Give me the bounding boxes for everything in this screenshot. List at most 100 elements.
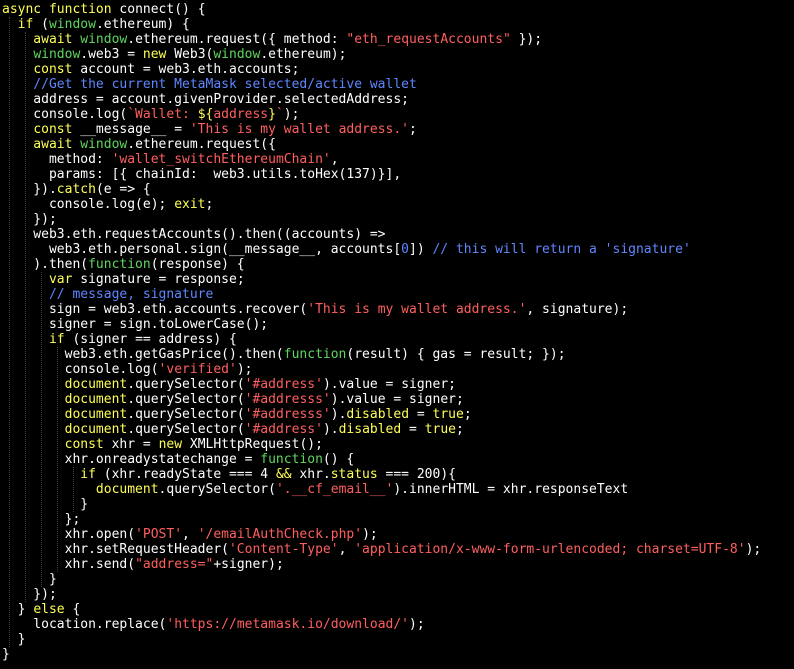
- code-line: document.querySelector('#addresss').valu…: [2, 392, 761, 407]
- code-token: document: [64, 392, 128, 407]
- code-token: ,: [338, 542, 355, 557]
- code-token: });: [510, 32, 543, 47]
- code-token: // message, signature: [2, 287, 214, 302]
- code-token: // this will return a 'signature': [432, 242, 691, 257]
- code-token: xhr.open(: [2, 527, 136, 542]
- code-token: .querySelector(: [158, 482, 276, 497]
- code-token: document: [64, 422, 128, 437]
- code-token: (result) { gas = result; });: [346, 347, 566, 362]
- code-token: sign = web3.eth.accounts.recover(: [2, 302, 308, 317]
- code-token: new: [142, 47, 175, 62]
- code-line: method: 'wallet_switchEthereumChain',: [2, 152, 761, 167]
- code-token: ,: [182, 527, 198, 542]
- code-line: if (signer == address) {: [2, 332, 761, 347]
- code-token: new: [158, 437, 190, 452]
- code-line: params: [{ chainId: web3.utils.toHex(137…: [2, 167, 761, 182]
- code-token: `Wallet:: [127, 107, 198, 122]
- code-token: );: [745, 542, 762, 557]
- code-line: ).then(function(response) {: [2, 257, 761, 272]
- code-token: window: [213, 47, 261, 62]
- code-line: web3.eth.requestAccounts().then((account…: [2, 227, 761, 242]
- code-token: web3.eth.requestAccounts().then((account…: [2, 227, 386, 242]
- code-token: 'This is my wallet address.': [189, 122, 410, 137]
- code-line: const account = web3.eth.accounts;: [2, 62, 761, 77]
- code-token: exit: [174, 197, 206, 212]
- code-token: .ethereum.request({ method:: [127, 32, 347, 47]
- code-line: console.log('verified');: [2, 362, 761, 377]
- code-token: ;: [463, 407, 472, 422]
- code-line: document.querySelector('#address').disab…: [2, 422, 761, 437]
- code-token: }: [2, 647, 10, 662]
- code-token: 'wallet_switchEthereumChain': [111, 152, 331, 167]
- code-editor[interactable]: async function connect() { if (window.et…: [0, 0, 794, 669]
- code-line: });: [2, 587, 761, 602]
- code-token: if: [2, 467, 104, 482]
- code-token: function: [48, 2, 120, 17]
- code-line: var signature = response;: [2, 272, 761, 287]
- code-line: web3.eth.getGasPrice().then(function(res…: [2, 347, 761, 362]
- code-token: );: [409, 617, 425, 632]
- code-token: =: [409, 407, 433, 422]
- code-token: }: [2, 632, 26, 647]
- code-token: XMLHttpRequest();: [189, 437, 323, 452]
- code-content[interactable]: async function connect() { if (window.et…: [2, 2, 761, 662]
- code-token: function: [88, 257, 151, 272]
- code-line: }: [2, 572, 761, 587]
- code-token: __message__ =: [80, 122, 190, 137]
- code-token: {: [72, 602, 81, 617]
- code-token: connect() {: [119, 2, 206, 17]
- code-token: '.__cf_email__': [275, 482, 394, 497]
- code-token: function: [260, 452, 323, 467]
- code-token: xhr.setRequestHeader(: [2, 542, 229, 557]
- code-token: ;: [205, 197, 214, 212]
- code-token: document: [64, 377, 128, 392]
- code-token: window: [48, 17, 96, 32]
- code-line: signer = sign.toLowerCase();: [2, 317, 761, 332]
- code-line: };: [2, 512, 761, 527]
- code-token: console.log(: [2, 362, 159, 377]
- code-token: else: [33, 602, 73, 617]
- code-token: .querySelector(: [127, 377, 245, 392]
- code-token: 'verified': [158, 362, 237, 377]
- code-token: }: [2, 602, 34, 617]
- code-token: location.replace(: [2, 617, 167, 632]
- code-token: .querySelector(: [127, 407, 245, 422]
- code-token: console.log(: [2, 107, 128, 122]
- code-line: xhr.onreadystatechange = function() {: [2, 452, 761, 467]
- code-line: }: [2, 632, 761, 647]
- code-token: }: [268, 107, 276, 122]
- code-token: 'This is my wallet address.': [307, 302, 527, 317]
- code-line: }: [2, 647, 761, 662]
- code-token: '#addresss': [244, 407, 331, 422]
- code-token: '#addresss': [244, 392, 331, 407]
- code-token: +signer);: [213, 557, 284, 572]
- code-token: "eth_requestAccounts": [346, 32, 511, 47]
- code-token: true: [424, 422, 457, 437]
- code-token: disabled: [346, 407, 410, 422]
- code-token: (xhr.readyState === 4: [103, 467, 276, 482]
- code-line: document.querySelector('#addresss').disa…: [2, 407, 761, 422]
- code-token: `: [275, 107, 284, 122]
- code-token: true: [432, 407, 464, 422]
- code-token: .ethereum);: [260, 47, 347, 62]
- code-token: ).: [330, 407, 347, 422]
- code-token: status: [330, 467, 378, 482]
- code-token: 'application/x-www-form-urlencoded; char…: [354, 542, 746, 557]
- code-token: 0: [401, 242, 409, 257]
- code-line: if (window.ethereum) {: [2, 17, 761, 32]
- code-token: address: [213, 107, 269, 122]
- code-token: web3.eth.getGasPrice().then(: [2, 347, 284, 362]
- code-token: );: [283, 107, 300, 122]
- code-token: ;: [409, 122, 417, 137]
- code-token: '/emailAuthCheck.php': [197, 527, 363, 542]
- code-token: ).value = signer;: [322, 377, 456, 392]
- code-line: document.querySelector('.__cf_email__').…: [2, 482, 761, 497]
- code-line: }: [2, 497, 761, 512]
- code-token: 'https://metamask.io/download/': [166, 617, 410, 632]
- code-token: }: [2, 572, 57, 587]
- code-line: xhr.send("address="+signer);: [2, 557, 761, 572]
